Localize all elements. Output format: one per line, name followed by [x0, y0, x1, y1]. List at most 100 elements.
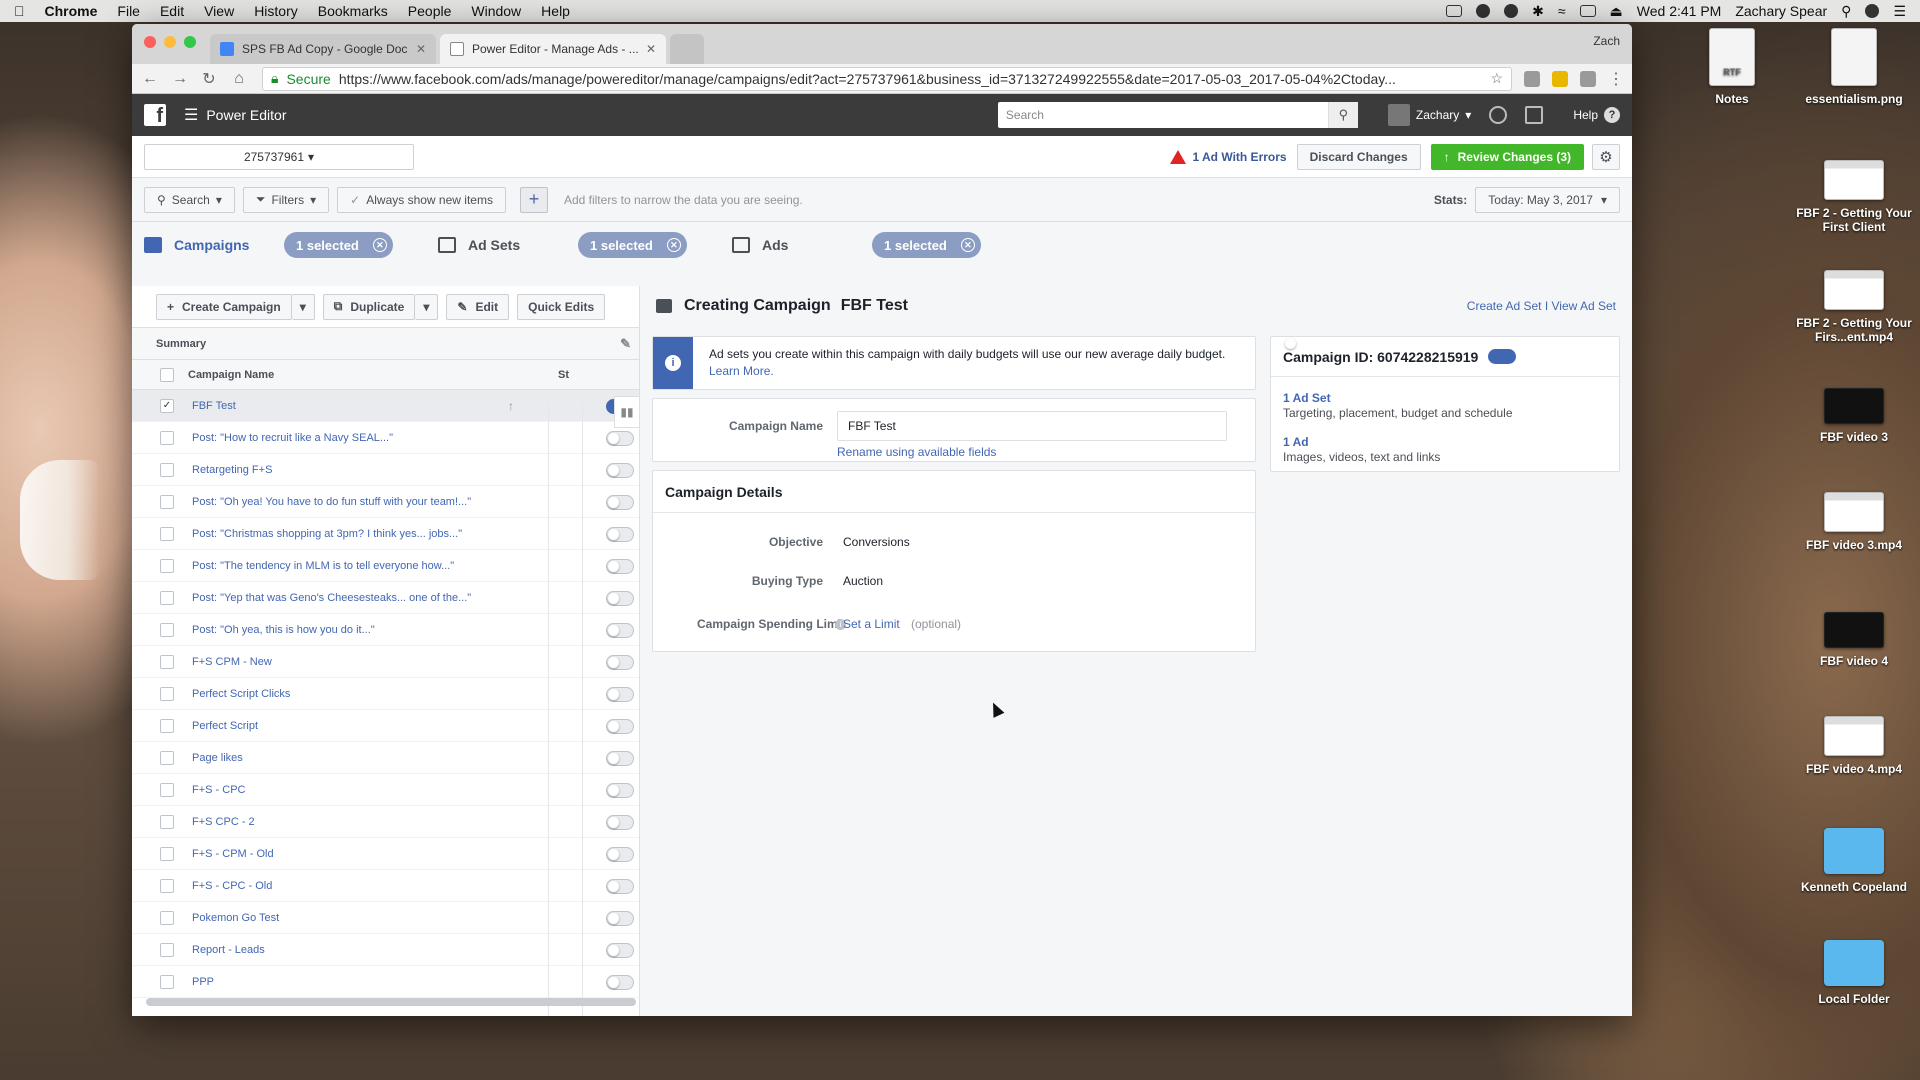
row-checkbox[interactable]	[160, 430, 174, 445]
row-checkbox[interactable]	[160, 718, 174, 733]
table-row[interactable]: Post: "Oh yea, this is how you do it..."	[132, 614, 639, 646]
close-tab-icon[interactable]: ✕	[646, 42, 656, 56]
wifi-icon[interactable]: ≈	[1558, 3, 1566, 19]
campaign-name-cell[interactable]: F+S CPM - New	[188, 656, 558, 668]
row-checkbox[interactable]	[160, 686, 174, 701]
home-icon[interactable]: ⌂	[232, 70, 246, 88]
menu-window[interactable]: Window	[471, 3, 521, 19]
discard-changes-button[interactable]: Discard Changes	[1296, 143, 1421, 170]
siri-icon[interactable]	[1865, 4, 1880, 18]
quick-edits-button[interactable]: Quick Edits	[517, 293, 606, 320]
campaign-name-cell[interactable]: FBF Test	[188, 400, 558, 412]
campaign-status-toggle[interactable]	[1488, 349, 1517, 364]
desktop-icon-local-folder[interactable]: Local Folder	[1794, 930, 1914, 1006]
clear-selection-icon[interactable]: ✕	[372, 238, 387, 252]
tab-power-editor[interactable]: Power Editor - Manage Ads - ... ✕	[440, 34, 666, 64]
select-all-checkbox[interactable]	[160, 367, 174, 382]
status-icon[interactable]	[1476, 4, 1491, 18]
row-checkbox[interactable]	[160, 814, 174, 829]
duplicate-button[interactable]: ⧉ Duplicate	[322, 293, 416, 320]
notification-center-icon[interactable]: ☰	[1893, 3, 1906, 20]
campaigns-selected-pill[interactable]: 1 selected ✕	[284, 232, 393, 258]
campaign-toggle[interactable]	[606, 463, 634, 478]
chrome-menu-icon[interactable]: ⋮	[1608, 69, 1624, 89]
table-row[interactable]: Page likes	[132, 742, 639, 774]
search-filter-button[interactable]: ⚲ Search ▾	[144, 186, 235, 213]
desktop-icon-notes[interactable]: RTF Notes	[1672, 28, 1792, 106]
forward-icon[interactable]: →	[172, 70, 188, 88]
table-row[interactable]: F+S CPM - New	[132, 646, 639, 678]
column-campaign-name[interactable]: Campaign Name	[188, 369, 558, 381]
close-window-button[interactable]	[144, 36, 156, 48]
minimize-window-button[interactable]	[164, 36, 176, 48]
menubar-clock[interactable]: Wed 2:41 PM	[1637, 3, 1722, 19]
set-limit-link[interactable]: Set a Limit	[843, 617, 900, 631]
menu-edit[interactable]: Edit	[160, 3, 184, 19]
campaign-toggle[interactable]	[606, 943, 634, 958]
row-checkbox[interactable]	[160, 526, 174, 541]
tab-google-doc[interactable]: SPS FB Ad Copy - Google Doc ✕	[210, 34, 436, 64]
table-row[interactable]: F+S - CPC	[132, 774, 639, 806]
user-menu[interactable]: Zachary ▾	[1387, 104, 1471, 126]
learn-more-link[interactable]: Learn More.	[709, 363, 1225, 380]
campaign-name-cell[interactable]: Pokemon Go Test	[188, 912, 558, 924]
desktop-icon-fbf-video4-mp4[interactable]: FBF video 4.mp4	[1794, 712, 1914, 776]
campaign-toggle[interactable]	[606, 655, 634, 670]
table-row[interactable]: Retargeting F+S	[132, 454, 639, 486]
campaign-toggle[interactable]	[606, 751, 634, 766]
table-row[interactable]: Post: "The tendency in MLM is to tell ev…	[132, 550, 639, 582]
account-selector[interactable]: 275737961 ▾	[144, 143, 414, 170]
airplay-icon[interactable]	[1579, 5, 1596, 17]
hamburger-menu-icon[interactable]: ☰	[184, 105, 198, 125]
campaign-name-cell[interactable]: Post: "Oh yea! You have to do fun stuff …	[188, 496, 558, 508]
campaign-name-cell[interactable]: Report - Leads	[188, 944, 558, 956]
extension-icon[interactable]	[1580, 70, 1596, 87]
campaign-name-cell[interactable]: PPP	[188, 976, 558, 988]
row-checkbox[interactable]	[160, 974, 174, 989]
create-campaign-button[interactable]: + Create Campaign	[156, 293, 292, 320]
row-checkbox[interactable]	[160, 846, 174, 861]
ads-selected-pill[interactable]: 1 selected ✕	[872, 232, 981, 258]
tab-campaigns[interactable]: Campaigns 1 selected ✕	[144, 232, 438, 258]
menu-help[interactable]: Help	[541, 3, 570, 19]
campaign-toggle[interactable]	[606, 687, 634, 702]
campaign-toggle[interactable]	[606, 847, 634, 862]
row-checkbox[interactable]: ✓	[160, 398, 174, 413]
table-row[interactable]: Report - Leads	[132, 934, 639, 966]
address-bar[interactable]: 🔒︎ Secure https://www.facebook.com/ads/m…	[262, 66, 1512, 91]
campaign-toggle[interactable]	[606, 559, 634, 574]
apple-icon[interactable]: 	[14, 3, 25, 19]
screen-record-icon[interactable]	[1446, 5, 1463, 17]
row-checkbox[interactable]	[160, 654, 174, 669]
extension-icon[interactable]	[1524, 70, 1540, 87]
eject-icon[interactable]: ⏏	[1610, 3, 1623, 20]
desktop-icon-fbf-video3-mp4[interactable]: FBF video 3.mp4	[1794, 488, 1914, 552]
campaign-name-cell[interactable]: Perfect Script	[188, 720, 558, 732]
row-checkbox[interactable]	[160, 782, 174, 797]
table-row[interactable]: Post: "Yep that was Geno's Cheesesteaks.…	[132, 582, 639, 614]
clear-selection-icon[interactable]: ✕	[666, 238, 681, 252]
help-menu[interactable]: Help ?	[1573, 107, 1620, 123]
table-row[interactable]: F+S - CPC - Old	[132, 870, 639, 902]
pin-icon[interactable]: ↑	[508, 399, 514, 413]
table-row[interactable]: F+S - CPM - Old	[132, 838, 639, 870]
always-show-new-items-toggle[interactable]: ✓ Always show new items	[337, 186, 506, 213]
table-row[interactable]: Post: "Christmas shopping at 3pm? I thin…	[132, 518, 639, 550]
desktop-icon-essentialism[interactable]: essentialism.png	[1794, 28, 1914, 106]
row-checkbox[interactable]	[160, 942, 174, 957]
tab-ads[interactable]: Ads 1 selected ✕	[732, 232, 1026, 258]
campaign-toggle[interactable]	[606, 527, 634, 542]
campaign-name-cell[interactable]: Post: "Christmas shopping at 3pm? I thin…	[188, 528, 558, 540]
campaign-name-cell[interactable]: Perfect Script Clicks	[188, 688, 558, 700]
close-tab-icon[interactable]: ✕	[416, 42, 426, 56]
table-row[interactable]: PPP	[132, 966, 639, 998]
campaign-toggle[interactable]	[606, 431, 634, 446]
ad-set-summary[interactable]: 1 Ad Set Targeting, placement, budget an…	[1271, 391, 1619, 421]
menu-history[interactable]: History	[254, 3, 298, 19]
campaign-name-input[interactable]	[837, 411, 1227, 441]
ad-errors-link[interactable]: 1 Ad With Errors	[1170, 149, 1287, 164]
row-checkbox[interactable]	[160, 750, 174, 765]
bookmark-star-icon[interactable]: ☆	[1490, 70, 1503, 87]
fb-search-input[interactable]: Search ⚲	[997, 102, 1358, 128]
row-checkbox[interactable]	[160, 494, 174, 509]
